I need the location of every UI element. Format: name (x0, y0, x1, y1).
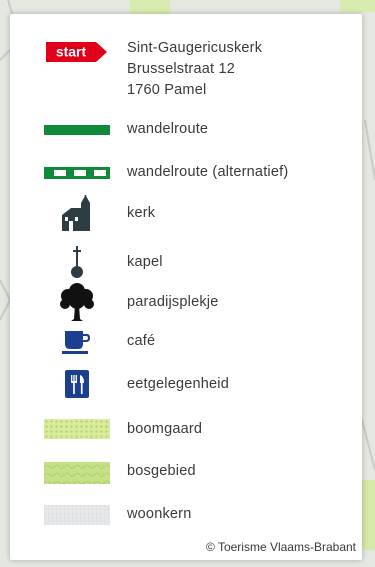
legend-label-church: kerk (127, 205, 156, 221)
legend-row-residential: woonkern (10, 504, 362, 526)
legend-label-walk-alt: wandelroute (alternatief) (127, 164, 289, 180)
legend-row-eat: eetgelegenheid (10, 368, 362, 400)
cutlery-icon (44, 368, 110, 400)
start-address-line-3: 1760 Pamel (127, 82, 207, 98)
route-line-icon (44, 125, 110, 135)
legend-row-paradise: paradijsplekje (10, 280, 362, 322)
legend-label-residential: woonkern (127, 506, 192, 522)
legend-row-forest: bosgebied (10, 460, 362, 484)
legend-row-chapel: kapel (10, 242, 362, 282)
map-legend: start Sint-Gaugericuskerk Brusselstraat … (10, 14, 362, 560)
route-dashed-icon (44, 167, 110, 179)
legend-row-walk: wandelroute (10, 120, 362, 140)
legend-label-walk: wandelroute (127, 121, 209, 137)
start-address-line-2: Brusselstraat 12 (127, 61, 235, 77)
legend-row-cafe: café (10, 326, 362, 356)
legend-row-walk-alt: wandelroute (alternatief) (10, 162, 362, 182)
legend-label-chapel: kapel (127, 254, 163, 270)
chapel-icon (44, 244, 110, 280)
legend-label-paradise: paradijsplekje (127, 294, 219, 310)
legend-row-orchard: boomgaard (10, 418, 362, 440)
cup-icon (44, 328, 110, 356)
tree-icon (44, 280, 110, 322)
residential-swatch (44, 505, 110, 525)
copyright-notice: © Toerisme Vlaams-Brabant (205, 540, 356, 554)
start-badge: start (44, 42, 110, 62)
start-arrow-icon: start (46, 42, 107, 62)
start-address-line-1: Sint-Gaugericuskerk (127, 40, 263, 56)
church-icon (44, 194, 110, 232)
start-badge-label: start (56, 44, 87, 60)
legend-label-orchard: boomgaard (127, 421, 203, 437)
forest-swatch (44, 462, 110, 484)
legend-row-church: kerk (10, 194, 362, 234)
orchard-swatch (44, 419, 110, 439)
legend-label-cafe: café (127, 333, 156, 349)
legend-label-forest: bosgebied (127, 463, 196, 479)
legend-label-eat: eetgelegenheid (127, 376, 229, 392)
legend-row-start: start Sint-Gaugericuskerk Brusselstraat … (10, 38, 362, 100)
start-address: Sint-Gaugericuskerk Brusselstraat 12 176… (127, 38, 262, 101)
